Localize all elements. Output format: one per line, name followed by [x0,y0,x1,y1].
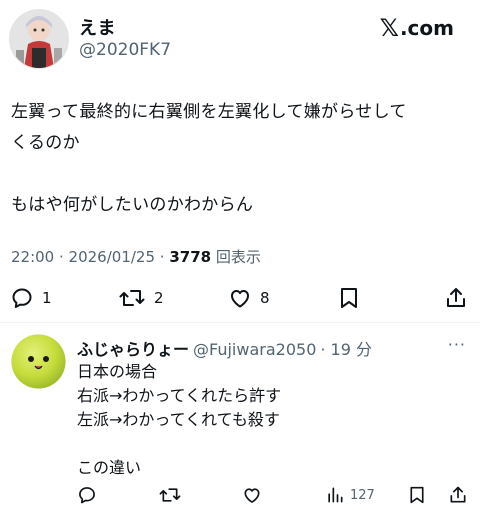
reply-tweet[interactable]: ふじゃらりょー @Fujiwara2050 · 19 分 ··· 日本の場合 右… [0,323,480,515]
views-count[interactable]: 3778 [169,248,211,266]
author-avatar[interactable] [9,9,69,69]
retweet-icon [159,488,181,502]
tweet-header: えま @2020FK7 𝕏 .com [0,0,480,80]
like-icon [231,290,249,308]
author-display-name[interactable]: えま [79,14,116,40]
tweet-page: えま @2020FK7 𝕏 .com 左翼って最終的に右翼側を左翼化して嫌がらせ… [0,0,480,515]
reply-text: 日本の場合 右派→わかってくれたら許す 左派→わかってくれても殺す この違い [77,362,282,477]
x-com-text: .com [399,16,454,40]
retweet-count: 2 [154,289,164,307]
reply-views-button[interactable]: 127 [325,485,375,505]
reply-avatar[interactable] [11,334,66,389]
share-icon [447,288,465,307]
author-handle[interactable]: @2020FK7 [79,40,171,60]
views-chart-icon [328,487,343,503]
tweet-meta: 22:00 · 2026/01/25 · 3778 回表示 [11,246,261,267]
tweet-time[interactable]: 22:00 [11,248,54,266]
reply-icon [79,487,95,504]
more-options-icon[interactable]: ··· [448,335,466,354]
meta-separator: · [54,248,69,266]
reply-handle[interactable]: @Fujiwara2050 [193,340,316,359]
reply-reply-button[interactable] [77,485,97,505]
reply-bookmark-button[interactable] [408,485,426,505]
meta-separator: · [155,248,170,266]
tweet-text: 左翼って最終的に右翼側を左翼化して嫌がらせして くるのか もはや何がしたいのかわ… [11,102,407,215]
like-button[interactable]: 8 [228,286,270,310]
retweet-icon [119,290,145,306]
retweet-button[interactable]: 2 [118,286,164,310]
share-button[interactable] [444,286,468,310]
bookmark-icon [410,486,424,504]
like-count: 8 [260,289,270,307]
x-logo-icon: 𝕏 [379,14,399,42]
reply-icon [12,288,32,308]
bookmark-icon [341,288,357,308]
reply-count: 1 [42,289,52,307]
reply-time[interactable]: · 19 分 [320,336,372,360]
reply-button[interactable]: 1 [10,286,52,310]
share-icon [450,486,466,503]
tweet-date[interactable]: 2026/01/25 [69,248,155,266]
reply-header: ふじゃらりょー @Fujiwara2050 · 19 分 [77,336,372,360]
reply-share-button[interactable] [448,485,468,505]
reply-like-button[interactable] [242,485,262,505]
views-label: 回表示 [211,248,261,266]
bookmark-button[interactable] [338,286,360,310]
reply-view-count: 127 [350,487,375,503]
like-icon [244,488,260,503]
tweet-action-bar: 1 2 8 [0,280,480,318]
reply-action-bar: 127 [0,485,480,511]
reply-display-name[interactable]: ふじゃらりょー [77,336,189,360]
reply-retweet-button[interactable] [158,485,182,505]
x-com-logo: 𝕏 .com [380,16,454,40]
